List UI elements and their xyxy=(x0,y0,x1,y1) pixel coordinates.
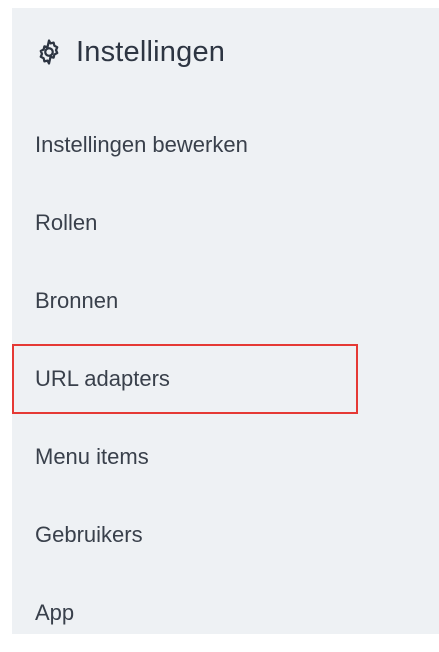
menu-item-label: Instellingen bewerken xyxy=(35,132,248,157)
menu-item-gebruikers[interactable]: Gebruikers xyxy=(12,496,439,574)
menu-item-app[interactable]: App xyxy=(12,574,439,652)
menu-item-label: App xyxy=(35,600,75,625)
menu-item-url-adapters[interactable]: URL adapters xyxy=(12,344,358,414)
menu-item-instellingen-bewerken[interactable]: Instellingen bewerken xyxy=(12,106,439,184)
gear-icon xyxy=(32,35,66,69)
menu-item-label: Menu items xyxy=(35,444,149,469)
menu-item-bronnen[interactable]: Bronnen xyxy=(12,262,439,340)
settings-menu: Instellingen bewerken Rollen Bronnen URL… xyxy=(12,106,439,652)
page-title: Instellingen xyxy=(76,35,226,68)
menu-item-label: Gebruikers xyxy=(35,522,143,547)
menu-item-label: URL adapters xyxy=(35,366,170,391)
settings-sidebar: Instellingen Instellingen bewerken Rolle… xyxy=(12,8,439,634)
menu-item-rollen[interactable]: Rollen xyxy=(12,184,439,262)
menu-item-label: Bronnen xyxy=(35,288,119,313)
settings-header: Instellingen xyxy=(32,32,225,72)
menu-item-menu-items[interactable]: Menu items xyxy=(12,418,439,496)
menu-item-label: Rollen xyxy=(35,210,98,235)
